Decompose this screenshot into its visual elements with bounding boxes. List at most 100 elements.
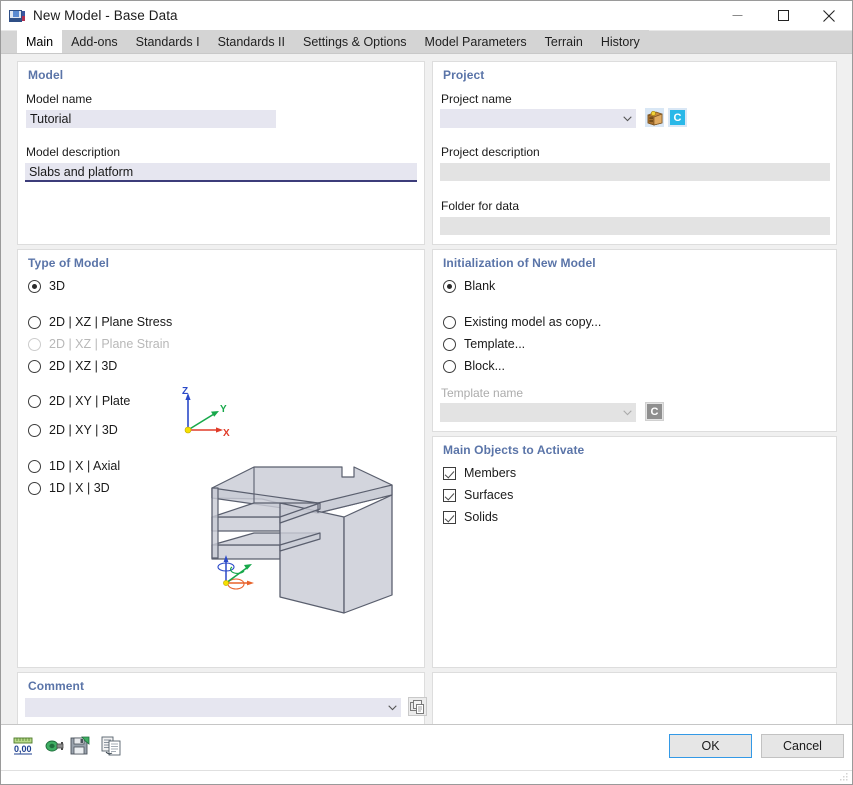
project-panel: Project Project name C Project descripti… — [432, 61, 837, 245]
radio-template[interactable]: Template... — [443, 336, 525, 352]
checkbox-surfaces[interactable]: Surfaces — [443, 487, 513, 503]
project-description-input[interactable] — [440, 163, 830, 181]
tab-standards-ii[interactable]: Standards II — [208, 30, 294, 53]
model-description-input[interactable] — [25, 163, 417, 182]
folder-for-data-label: Folder for data — [441, 199, 520, 213]
template-name-combo[interactable] — [440, 403, 636, 422]
cancel-button[interactable]: Cancel — [761, 734, 844, 758]
tab-model-parameters[interactable]: Model Parameters — [415, 30, 536, 53]
radio-1d-x-3d[interactable]: 1D | X | 3D — [28, 480, 110, 496]
svg-text:X: X — [223, 428, 230, 439]
radio-block[interactable]: Block... — [443, 358, 505, 374]
radio-2d-xy-plate-label: 2D | XY | Plate — [49, 394, 131, 408]
main-objects-panel: Main Objects to Activate Members Surface… — [432, 436, 837, 668]
folder-for-data-input[interactable] — [440, 217, 830, 235]
model-preview-3d — [192, 455, 412, 620]
checkbox-solids[interactable]: Solids — [443, 509, 498, 525]
type-panel-title: Type of Model — [28, 256, 110, 270]
project-name-label: Project name — [441, 92, 512, 106]
main-objects-panel-title: Main Objects to Activate — [443, 443, 585, 457]
radio-3d[interactable]: 3D — [28, 278, 65, 294]
model-panel-title: Model — [28, 68, 64, 82]
units-icon-label: 0,00 — [14, 744, 32, 754]
ok-button[interactable]: OK — [669, 734, 752, 758]
radio-1d-x-3d-label: 1D | X | 3D — [49, 481, 110, 495]
radio-2d-xy-plate[interactable]: 2D | XY | Plate — [28, 393, 130, 409]
template-name-label: Template name — [441, 386, 524, 400]
comment-list-icon — [410, 699, 424, 714]
radio-blank-indicator — [443, 279, 456, 293]
maximize-button[interactable] — [760, 1, 806, 31]
radio-existing-model-as-copy[interactable]: Existing model as copy... — [443, 314, 601, 330]
project-description-label: Project description — [441, 145, 540, 159]
tab-standards-i[interactable]: Standards I — [126, 30, 209, 53]
radio-2d-xz-3d-label: 2D | XZ | 3D — [49, 359, 118, 373]
plug-icon[interactable] — [44, 735, 66, 757]
radio-2d-xz-plane-stress-indicator — [28, 315, 41, 329]
comment-combo[interactable] — [25, 698, 401, 717]
minimize-button[interactable] — [714, 1, 760, 31]
radio-2d-xz-plane-stress-label: 2D | XZ | Plane Stress — [49, 315, 173, 329]
radio-2d-xz-plane-stress[interactable]: 2D | XZ | Plane Stress — [28, 314, 172, 330]
save-icon[interactable] — [69, 735, 91, 757]
radio-1d-x-axial[interactable]: 1D | X | Axial — [28, 458, 120, 474]
chevron-down-icon — [618, 403, 636, 422]
tab-history[interactable]: History — [591, 30, 649, 53]
chevron-down-icon — [383, 698, 401, 717]
right-empty-panel — [432, 672, 837, 726]
radio-blank[interactable]: Blank — [443, 278, 495, 294]
new-model-dialog: New Model - Base Data Main Add-ons Stand… — [0, 0, 853, 785]
tab-terrain[interactable]: Terrain — [535, 30, 592, 53]
radio-1d-x-axial-label: 1D | X | Axial — [49, 459, 121, 473]
svg-text:Z: Z — [182, 386, 188, 397]
tab-settings-options[interactable]: Settings & Options — [294, 30, 416, 53]
project-name-combo[interactable] — [440, 109, 636, 128]
checkbox-surfaces-label: Surfaces — [464, 488, 514, 502]
comment-list-button[interactable] — [408, 697, 427, 716]
model-name-input[interactable] — [26, 110, 276, 128]
tab-main[interactable]: Main — [17, 30, 63, 53]
units-icon[interactable]: 0,00 — [12, 735, 34, 757]
radio-existing-model-label: Existing model as copy... — [464, 315, 602, 329]
checkbox-solids-label: Solids — [464, 510, 499, 524]
document-copy-icon[interactable] — [100, 735, 122, 757]
project-panel-title: Project — [443, 68, 485, 82]
radio-2d-xz-plane-strain: 2D | XZ | Plane Strain — [28, 336, 169, 352]
initialization-panel-title: Initialization of New Model — [443, 256, 596, 270]
tab-add-ons[interactable]: Add-ons — [62, 30, 127, 53]
radio-2d-xz-3d[interactable]: 2D | XZ | 3D — [28, 358, 117, 374]
tab-strip: Main Add-ons Standards I Standards II Se… — [1, 30, 852, 54]
radio-template-label: Template... — [464, 337, 526, 351]
project-cloud-button[interactable]: C — [668, 108, 687, 127]
checkbox-members[interactable]: Members — [443, 465, 516, 481]
radio-3d-indicator — [28, 279, 41, 293]
model-name-label: Model name — [26, 92, 93, 106]
template-cloud-button: C — [645, 402, 664, 421]
checkbox-members-indicator — [443, 466, 456, 480]
radio-block-indicator — [443, 359, 456, 373]
checkbox-surfaces-indicator — [443, 488, 456, 502]
radio-1d-x-axial-indicator — [28, 459, 41, 473]
checkbox-solids-indicator — [443, 510, 456, 524]
radio-2d-xy-3d[interactable]: 2D | XY | 3D — [28, 422, 118, 438]
close-button[interactable] — [806, 1, 852, 31]
chevron-down-icon — [618, 109, 636, 128]
cloud-c-icon-disabled: C — [647, 404, 662, 419]
radio-2d-xy-3d-indicator — [28, 423, 41, 437]
radio-existing-model-indicator — [443, 315, 456, 329]
title-bar: New Model - Base Data — [1, 1, 852, 31]
svg-text:Y: Y — [220, 404, 227, 415]
radio-2d-xz-plane-strain-label: 2D | XZ | Plane Strain — [49, 337, 170, 351]
radio-2d-xz-plane-strain-indicator — [28, 337, 41, 351]
window-controls — [714, 1, 852, 31]
type-of-model-panel: Type of Model 3D 2D | XZ | Plane Stress … — [17, 249, 425, 668]
radio-block-label: Block... — [464, 359, 505, 373]
project-cabinet-icon[interactable] — [645, 108, 664, 127]
comment-panel: Comment — [17, 672, 427, 726]
resize-grip-icon[interactable] — [839, 772, 849, 782]
initialization-panel: Initialization of New Model Blank Existi… — [432, 249, 837, 432]
model-panel: Model Model name Model description — [17, 61, 425, 245]
radio-2d-xy-3d-label: 2D | XY | 3D — [49, 423, 118, 437]
model-description-label: Model description — [26, 145, 121, 159]
global-axes-indicator: Z X Y — [176, 386, 240, 446]
